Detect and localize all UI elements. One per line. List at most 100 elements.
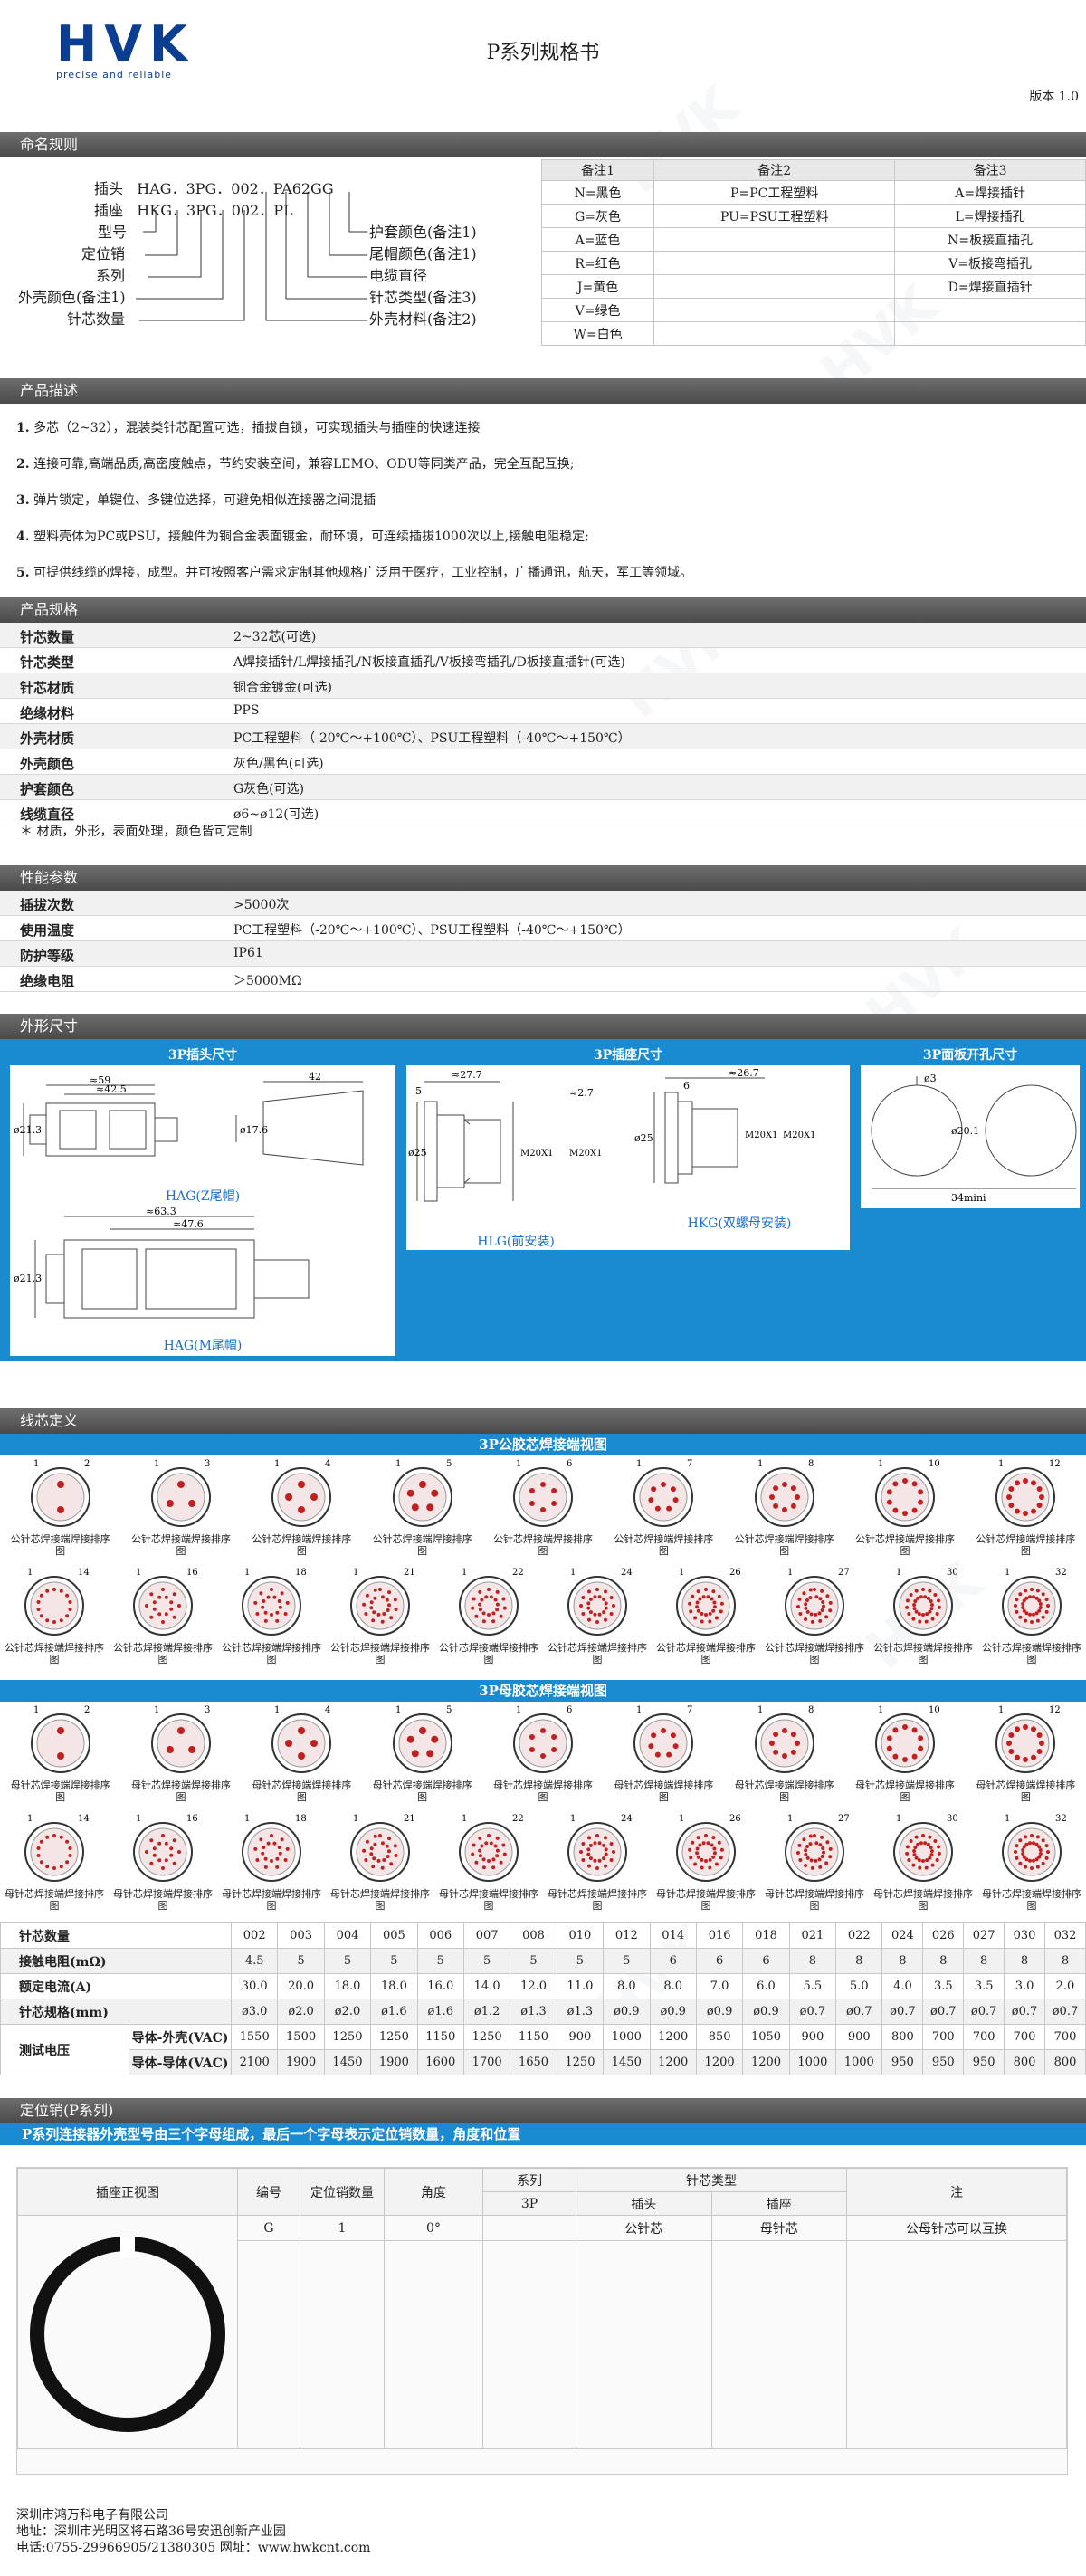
pin-contact [1008,1503,1015,1508]
pin-face-svg: 12 [30,1459,90,1527]
pin-diagram: 1 12 公针芯焊接端焊接排序图 [971,1459,1080,1557]
pin-contact [1015,1598,1019,1602]
spec-cell: ø0.7 [1004,1999,1045,2025]
pin-contact [540,1753,546,1759]
pin-contact [275,1856,280,1861]
pin-contact [172,1861,176,1865]
pin-contact [921,1588,925,1591]
loc-header: 系列 [482,2168,576,2192]
pin-contact [925,1858,929,1863]
spec-cell: 018 [742,1922,790,1949]
naming-leader-lines [136,192,367,321]
pin-contact [501,1843,506,1847]
pin-face-insert [36,1719,85,1768]
spec-cell: 900 [556,2024,605,2050]
spec-cell: 8 [1004,1948,1045,1974]
pin-contact [1035,1618,1040,1623]
pin-number-last: 10 [929,1459,940,1469]
notes-cell: D=焊接直插针 [894,274,1086,299]
loc-header: 插座正视图 [17,2168,238,2216]
pin-contact [593,1595,597,1599]
spec-cell: 5 [416,1948,464,1974]
pin-contact [369,1852,374,1856]
loc-cell: 1 [300,2215,385,2241]
pin-contact [902,1724,908,1730]
pin-caption: 母针芯焊接端焊接排序图 [252,1779,352,1803]
perf-value: IP61 [233,946,263,960]
pin-contact [1031,1508,1037,1514]
pin-contact [474,1614,479,1618]
pin-contact [790,1485,796,1492]
pin-contact [655,1505,662,1512]
pin-contact [478,1848,482,1853]
pin-face-insert [157,1719,205,1768]
pin-contact [418,1481,426,1488]
pin-contact [152,1607,157,1611]
pin-contact [487,1834,491,1837]
spec-cell: ø0.9 [695,1999,744,2025]
pin-contact [280,1837,284,1842]
pin-contact [820,1835,824,1839]
hag-z-svg: ≈59 ≈42.5 42 ø21.3 ø17.6 [14,1071,364,1166]
pin-face-svg: 13 [151,1705,211,1773]
pin-contact [472,1597,476,1601]
section-header-description: 产品描述 [0,378,1086,404]
pin-face-svg: 15 [392,1459,452,1527]
pin-face-svg: 17 [634,1705,694,1773]
pin-contact [1036,1732,1043,1738]
female-pin-grid: 1 2 母针芯焊接端焊接排序图 1 3 母针芯焊接端焊接排序图 1 4 母针芯焊接端焊接排序图 1… [0,1703,1086,1921]
pin-face-insert [760,1719,809,1768]
spec-cell: 700 [1004,2024,1045,2050]
description-text: 多芯（2~32），混装类针芯配置可选，插拔自锁，可实现插头与插座的快速连接 [33,421,481,435]
pin-contact [385,1598,389,1602]
pin-contact [164,1858,168,1863]
pin-contact [369,1846,374,1851]
pin-contact [298,1506,306,1513]
pin-contact [1032,1858,1035,1863]
spec-cell: 5 [556,1948,605,1974]
perf-row: 绝缘电阻 ＞5000MΩ [0,967,1086,992]
pin-contact [56,1481,64,1488]
pin-contact [177,1850,181,1854]
spec-label: 护套颜色 [20,781,75,797]
pin-contact [471,1606,475,1610]
pin-contact [1037,1845,1042,1849]
spec-label: 绝缘材料 [20,705,75,721]
pin-face-svg: 1 14 [24,1814,90,1882]
spec-row: 针芯数量 2~32芯(可选) [0,623,1086,648]
section-header-naming: 命名规则 [0,132,1086,157]
spec-cell: 010 [556,1922,605,1949]
pin-contact [68,1600,72,1604]
pin-caption: 公针芯焊接端焊接排序图 [548,1642,647,1665]
pin-contact [609,1858,614,1862]
pin-contact [924,1865,929,1870]
pin-number-first: 1 [679,1568,684,1578]
pin-face-svg: 1 26 [676,1568,741,1636]
spec-cell: 5.5 [788,1973,837,1999]
pin-face-insert [519,1473,567,1522]
cutout-dimension-panel: 3P面板开孔尺寸 ø3 ø20.1 34mini [858,1043,1082,1211]
pin-diagram: 1 5 公针芯焊接端焊接排序图 [368,1459,477,1557]
spec-cell: 1550 [230,2024,279,2050]
pin-contact [706,1595,710,1599]
spec-cell: 005 [370,1922,418,1949]
pin-contact [1041,1861,1045,1865]
pin-face-svg: 1 18 [242,1814,307,1882]
spec-cell: 1650 [510,2049,557,2075]
pin-face-svg: 18 [754,1705,814,1773]
pin-contact [597,1841,602,1846]
pin-contact [909,1839,913,1843]
pin-contact [166,1746,174,1753]
pin-contact [1021,1848,1025,1852]
pin-number-last: 16 [186,1814,198,1824]
pin-contact [1015,1856,1019,1860]
pin-contact [478,1608,482,1612]
pin-contact [704,1859,708,1863]
pin-caption: 母针芯焊接端焊接排序图 [10,1779,110,1803]
socket-front-view-svg [30,2237,225,2432]
perf-row: 插拔次数 >5000次 [0,891,1086,916]
pin-caption: 公针芯焊接端焊接排序图 [131,1533,231,1557]
pin-number-last: 30 [947,1568,958,1578]
pin-contact [797,1843,802,1847]
pin-contact [604,1601,608,1606]
